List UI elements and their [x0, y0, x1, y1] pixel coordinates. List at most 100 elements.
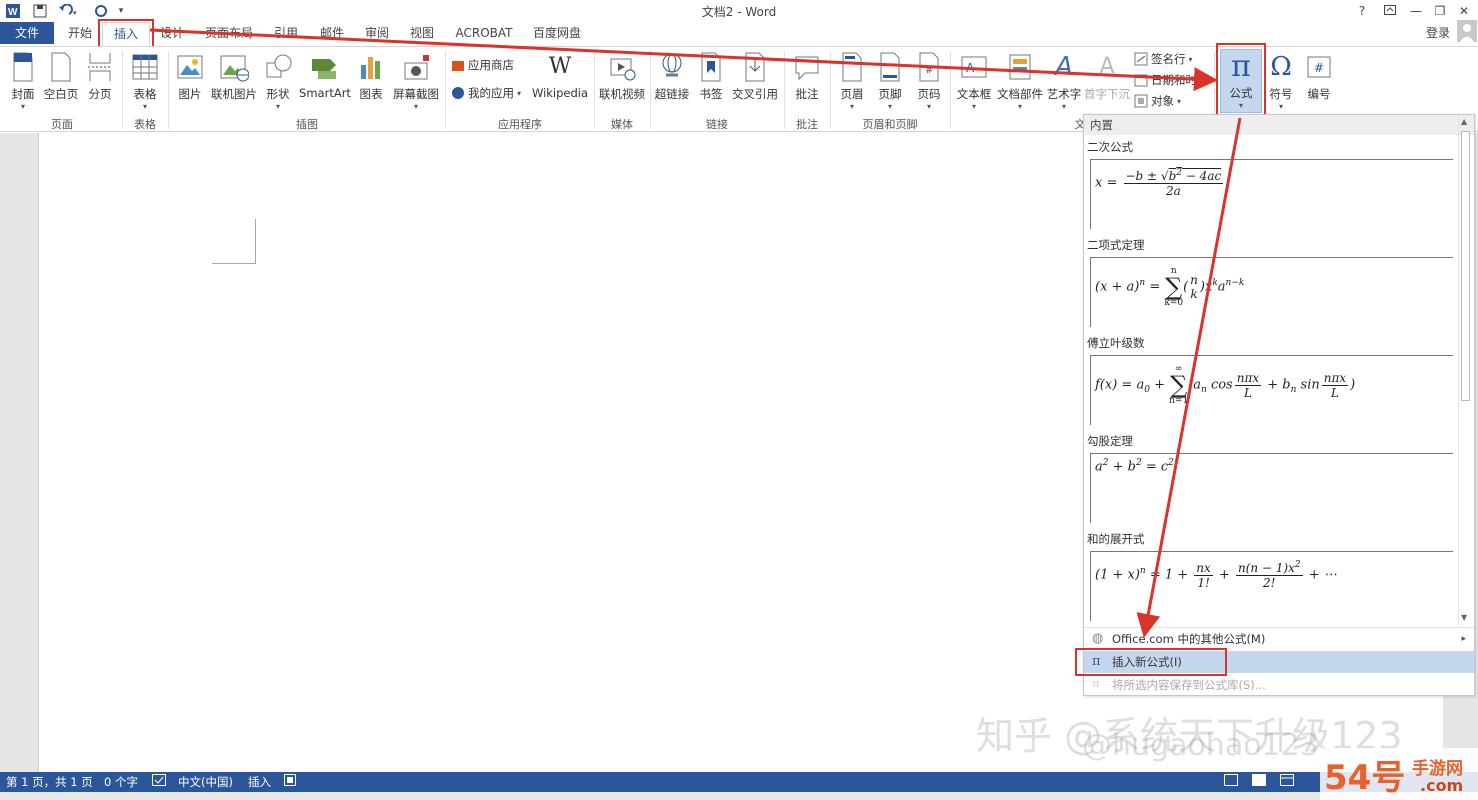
- equation-sum-expansion[interactable]: (1 + x)n = 1 + nx 1! + n(n − 1)x2 2! + ⋯: [1090, 551, 1453, 621]
- tab-design[interactable]: 设计: [152, 22, 192, 44]
- calendar-icon: [1134, 74, 1148, 87]
- textbox-button[interactable]: A 文本框 ▾: [954, 51, 994, 113]
- equation-name: 勾股定理: [1087, 434, 1133, 448]
- hyperlink-button[interactable]: 超链接: [654, 51, 690, 113]
- wikipedia-icon: W: [548, 54, 572, 79]
- shapes-button[interactable]: 形状 ▾: [262, 51, 294, 113]
- store-button[interactable]: 应用商店: [451, 57, 514, 73]
- online-video-button[interactable]: 联机视频: [597, 51, 647, 113]
- equation-fourier[interactable]: f(x) = a0 + ∞ ∑ n=1 (an cos nπx L + bn sin nπx…: [1090, 355, 1453, 425]
- tab-layout[interactable]: 页面布局: [198, 22, 260, 44]
- tab-acrobat[interactable]: ACROBAT: [448, 22, 520, 44]
- footer-icon: [880, 52, 900, 82]
- footer-button[interactable]: 页脚 ▾: [874, 51, 906, 113]
- online-picture-icon: [220, 55, 249, 82]
- signature-icon: [1134, 52, 1148, 66]
- restore-icon[interactable]: ❐: [1428, 2, 1452, 20]
- signature-line-button[interactable]: 签名行 ▾: [1134, 51, 1193, 67]
- insert-new-equation-item[interactable]: π 插入新公式(I): [1084, 651, 1474, 673]
- cover-page-label: 封面: [11, 87, 35, 101]
- more-equations-office-item[interactable]: ◍ Office.com 中的其他公式(M) ▸: [1084, 628, 1474, 650]
- datetime-button[interactable]: 日期和时间: [1134, 72, 1209, 88]
- page-number-button[interactable]: # 页码 ▾: [912, 51, 946, 113]
- smartart-icon: [312, 59, 336, 79]
- svg-text:#: #: [925, 65, 933, 76]
- symbol-button[interactable]: Ω 符号 ▾: [1264, 51, 1298, 113]
- status-page-count[interactable]: 第 1 页，共 1 页: [6, 774, 93, 790]
- quick-parts-button[interactable]: 文档部件 ▾: [996, 51, 1044, 113]
- margin-crop-mark: [255, 219, 256, 263]
- comment-button[interactable]: 批注: [790, 51, 824, 113]
- equation-binomial[interactable]: (x + a)n = n ∑ k=0(n k)xkan−k: [1090, 257, 1453, 327]
- minimize-icon[interactable]: —: [1404, 2, 1428, 20]
- dropcap-button[interactable]: A 首字下沉: [1084, 51, 1130, 113]
- status-word-count[interactable]: 0 个字: [104, 774, 138, 790]
- store-icon: [452, 61, 464, 71]
- tab-home[interactable]: 开始: [60, 22, 100, 44]
- equation-button[interactable]: π 公式 ▾: [1220, 49, 1262, 113]
- tab-view[interactable]: 视图: [402, 22, 442, 44]
- smartart-button[interactable]: SmartArt: [297, 51, 353, 113]
- page-break-button[interactable]: 分页: [84, 51, 116, 113]
- cross-reference-icon: [745, 52, 765, 82]
- online-picture-button[interactable]: 联机图片: [208, 51, 260, 113]
- wordart-button[interactable]: A 艺术字 ▾: [1046, 51, 1082, 113]
- cover-page-button[interactable]: 封面 ▾: [6, 51, 40, 113]
- tab-review[interactable]: 审阅: [357, 22, 397, 44]
- tab-insert[interactable]: 插入: [102, 22, 150, 46]
- save-to-gallery-icon: ⌗: [1092, 677, 1100, 692]
- bookmark-button[interactable]: 书签: [696, 51, 726, 113]
- logo-big-text: 54号: [1324, 758, 1406, 798]
- read-mode-icon[interactable]: [1224, 774, 1238, 789]
- scroll-up-icon[interactable]: ▲: [1461, 117, 1467, 126]
- equation-name: 和的展开式: [1087, 532, 1145, 546]
- table-button[interactable]: 表格 ▾: [128, 51, 162, 113]
- wikipedia-button[interactable]: W Wikipedia: [530, 51, 590, 113]
- picture-button[interactable]: 图片: [174, 51, 206, 113]
- smartart-label: SmartArt: [299, 86, 351, 100]
- screenshot-button[interactable]: 屏幕截图 ▾: [390, 51, 442, 113]
- tab-references[interactable]: 引用: [266, 22, 306, 44]
- ribbon-separator: [784, 51, 785, 129]
- close-icon[interactable]: ✕: [1452, 2, 1476, 20]
- insert-new-equation-label: 插入新公式(I): [1112, 655, 1182, 669]
- avatar[interactable]: [1456, 20, 1478, 42]
- pi-icon: π: [1092, 654, 1101, 669]
- web-layout-icon[interactable]: [1280, 774, 1294, 789]
- number-button[interactable]: # 编号: [1302, 51, 1336, 113]
- tab-file[interactable]: 文件: [0, 22, 54, 44]
- status-insert-mode[interactable]: 插入: [248, 774, 271, 790]
- print-layout-icon[interactable]: [1252, 774, 1266, 789]
- ribbon-separator: [445, 51, 446, 129]
- blank-page-button[interactable]: 空白页: [42, 51, 80, 113]
- online-video-icon: [610, 58, 636, 81]
- macro-record-icon[interactable]: [284, 774, 296, 789]
- group-illustrations-label: 插图: [296, 118, 318, 131]
- datetime-label: 日期和时间: [1151, 73, 1209, 87]
- cross-reference-button[interactable]: 交叉引用: [730, 51, 780, 113]
- scrollbar-thumb[interactable]: [1461, 131, 1470, 401]
- proofing-icon[interactable]: [152, 774, 166, 789]
- ribbon-display-icon[interactable]: [1378, 2, 1402, 20]
- object-button[interactable]: 对象 ▾: [1134, 93, 1181, 109]
- header-button[interactable]: 页眉 ▾: [836, 51, 868, 113]
- svg-text:A: A: [966, 61, 975, 75]
- save-selection-to-gallery-item[interactable]: ⌗ 将所选内容保存到公式库(S)...: [1084, 674, 1474, 696]
- gallery-scrollbar[interactable]: ▲ ▼: [1458, 117, 1472, 625]
- help-button[interactable]: ?: [1350, 2, 1374, 20]
- equation-quadratic[interactable]: x = −b ± √b2 − 4ac 2a: [1090, 159, 1453, 229]
- chart-button[interactable]: 图表: [355, 51, 387, 113]
- dropcap-icon: A: [1099, 54, 1115, 79]
- tab-baidu[interactable]: 百度网盘: [526, 22, 588, 44]
- hyperlink-icon: [662, 53, 682, 77]
- equation-pythagorean[interactable]: a2 + b2 = c2: [1090, 453, 1453, 523]
- svg-text:#: #: [1314, 61, 1324, 75]
- my-apps-button[interactable]: 我的应用 ▾: [451, 85, 521, 101]
- tab-mailings[interactable]: 邮件: [312, 22, 352, 44]
- signature-label: 签名行: [1151, 52, 1186, 66]
- status-language[interactable]: 中文(中国): [178, 774, 233, 790]
- symbol-label: 符号: [1269, 87, 1293, 101]
- scroll-down-icon[interactable]: ▼: [1461, 613, 1467, 622]
- textbox-label: 文本框: [956, 87, 992, 101]
- login-link[interactable]: 登录: [1418, 22, 1458, 44]
